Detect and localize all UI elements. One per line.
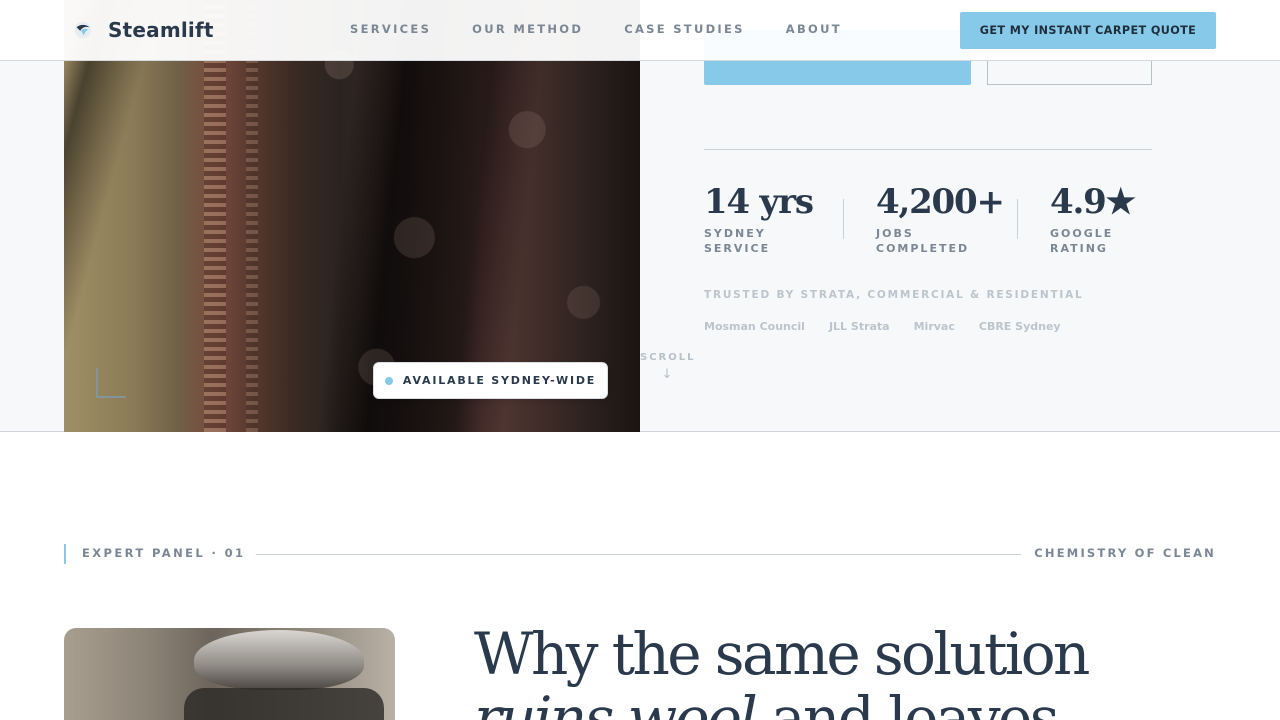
stat-label-line: GOOGLE: [1050, 227, 1114, 240]
section-label: EXPERT PANEL · 01: [82, 546, 246, 560]
rug-border-stripe: [246, 0, 258, 432]
section-topic: CHEMISTRY OF CLEAN: [1034, 546, 1216, 560]
availability-badge: AVAILABLE SYDNEY-WIDE: [373, 362, 608, 399]
site-header: Steamlift SERVICES OUR METHOD CASE STUDI…: [0, 0, 1280, 61]
availability-text: AVAILABLE SYDNEY-WIDE: [402, 374, 597, 387]
client-logo: Mosman Council: [704, 320, 805, 333]
stat-years: 14 yrs SYDNEY SERVICE: [704, 180, 843, 256]
stat-value: 4,200+: [876, 182, 1005, 222]
stat-label-line: SERVICE: [704, 242, 771, 255]
nav-services[interactable]: SERVICES: [350, 22, 431, 36]
stat-label-line: SYDNEY: [704, 227, 766, 240]
scroll-indicator[interactable]: SCROLL ↓: [640, 352, 694, 382]
eyebrow-divider: [256, 554, 1021, 555]
stat-label-line: COMPLETED: [876, 242, 970, 255]
main-nav: SERVICES OUR METHOD CASE STUDIES ABOUT: [350, 22, 842, 36]
trusted-by-label: TRUSTED BY STRATA, COMMERCIAL & RESIDENT…: [704, 289, 1084, 301]
headline-continuation: and leaves: [755, 684, 1059, 720]
brand-logo-link[interactable]: Steamlift: [72, 18, 214, 42]
stat-value: 14 yrs: [704, 182, 814, 222]
stats-row: 14 yrs SYDNEY SERVICE 4,200+ JOBS COMPLE…: [704, 180, 1160, 256]
expert-shoulder-shape: [184, 688, 384, 720]
rug-border-stripe: [204, 0, 226, 432]
stat-jobs: 4,200+ JOBS COMPLETED: [844, 180, 1017, 256]
stat-label-line: RATING: [1050, 242, 1108, 255]
headline-line: Why the same solution: [474, 620, 1090, 688]
brand-name: Steamlift: [108, 18, 214, 42]
client-logo: CBRE Sydney: [978, 320, 1061, 333]
frame-corner-icon: [96, 368, 126, 398]
stat-label: SYDNEY SERVICE: [704, 226, 814, 256]
nav-case-studies[interactable]: CASE STUDIES: [624, 22, 745, 36]
hero-section: AVAILABLE SYDNEY-WIDE SCROLL ↓ 14 yrs SY…: [0, 0, 1280, 432]
scroll-label: SCROLL: [640, 352, 696, 363]
nav-our-method[interactable]: OUR METHOD: [472, 22, 583, 36]
stat-rating: 4.9★ GOOGLE RATING: [1018, 180, 1160, 256]
section-eyebrow: EXPERT PANEL · 01 CHEMISTRY OF CLEAN: [64, 544, 1216, 564]
client-logo: Mirvac: [913, 320, 955, 333]
stat-label-line: JOBS: [876, 227, 914, 240]
expert-hat-shape: [194, 630, 364, 690]
stat-value: 4.9★: [1050, 182, 1136, 222]
arrow-down-icon: ↓: [661, 367, 673, 382]
trusted-logos: Mosman Council JLL Strata Mirvac CBRE Sy…: [704, 320, 1061, 333]
expert-photo: [64, 628, 395, 720]
section-headline: Why the same solution ruins wool and lea…: [474, 622, 1194, 720]
eyebrow-accent-bar: [64, 544, 66, 564]
stat-label: JOBS COMPLETED: [876, 226, 986, 256]
instant-quote-button[interactable]: GET MY INSTANT CARPET QUOTE: [960, 12, 1216, 49]
nav-about[interactable]: ABOUT: [786, 22, 842, 36]
steam-logo-icon: [74, 21, 92, 39]
status-dot-icon: [384, 376, 393, 385]
stat-label: GOOGLE RATING: [1050, 226, 1160, 256]
headline-emphasis: ruins wool: [474, 684, 758, 720]
hero-divider: [704, 149, 1152, 150]
client-logo: JLL Strata: [828, 320, 890, 333]
